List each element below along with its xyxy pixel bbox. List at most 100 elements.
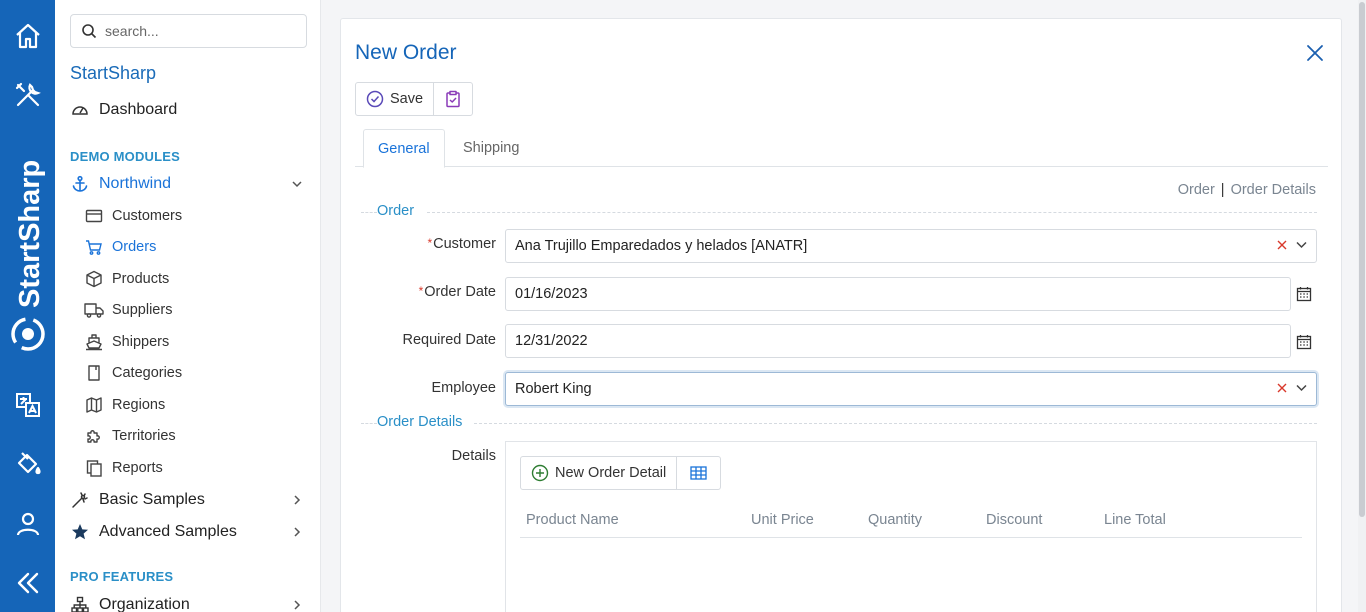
grid-header: Product Name Unit Price Quantity Discoun… — [520, 510, 1302, 538]
sidebar-brand[interactable]: StartSharp — [70, 63, 156, 84]
order-details-grid: New Order Detail Product Name Unit Price… — [505, 441, 1317, 612]
employee-label: Employee — [431, 380, 496, 396]
sidebar-item-territories[interactable]: Territories — [84, 426, 176, 446]
paint-bucket-icon[interactable] — [0, 448, 55, 480]
wand-icon — [70, 490, 90, 510]
chevron-down-icon[interactable] — [1295, 381, 1308, 394]
link-order[interactable]: Order — [1178, 182, 1215, 198]
nav-dashboard-label: Dashboard — [99, 101, 178, 118]
order-dialog: New Order Save General Shipping Order | Or… — [340, 18, 1342, 612]
gauge-icon — [70, 100, 90, 120]
order-date-input[interactable]: 01/16/2023 — [505, 277, 1291, 311]
chevron-down-icon — [292, 181, 302, 188]
sidebar-item-reports[interactable]: Reports — [84, 458, 163, 478]
brand-vertical: StartSharp — [6, 148, 50, 358]
card-icon — [84, 206, 104, 226]
anchor-icon — [70, 174, 90, 194]
sidebar-item-label: Customers — [112, 208, 183, 224]
order-date-label: *Order Date — [418, 284, 496, 300]
new-order-detail-button[interactable]: New Order Detail — [521, 457, 676, 489]
sidebar-item-regions[interactable]: Regions — [84, 395, 165, 415]
sidebar-item-label: Suppliers — [112, 302, 173, 318]
sidebar-item-label: Categories — [112, 365, 183, 381]
nav-advanced-samples-label: Advanced Samples — [99, 523, 237, 540]
dialog-title: New Order — [355, 41, 457, 64]
column-quantity[interactable]: Quantity — [868, 512, 922, 528]
chevron-right-icon — [294, 600, 301, 610]
nav-organization-label: Organization — [99, 596, 190, 612]
column-unit-price[interactable]: Unit Price — [751, 512, 814, 528]
nav-advanced-samples[interactable]: Advanced Samples — [70, 521, 306, 543]
star-icon — [70, 522, 90, 542]
sidebar-item-label: Reports — [112, 460, 163, 476]
save-button[interactable]: Save — [356, 83, 433, 115]
dialog-toolbar: Save — [355, 82, 474, 116]
tab-general[interactable]: General — [363, 129, 445, 168]
column-discount[interactable]: Discount — [986, 512, 1042, 528]
section-demo-modules: DEMO MODULES — [70, 149, 181, 164]
nav-organization[interactable]: Organization — [70, 594, 306, 612]
tab-shipping[interactable]: Shipping — [449, 129, 533, 167]
cart-icon — [84, 237, 104, 257]
apply-changes-button[interactable] — [433, 83, 472, 115]
chevron-down-icon[interactable] — [1295, 238, 1308, 251]
page-scrollbar[interactable] — [1358, 0, 1366, 612]
svg-text:StartSharp: StartSharp — [14, 160, 46, 308]
nav-northwind-label: Northwind — [99, 175, 172, 192]
clipboard-check-icon — [446, 90, 460, 108]
column-product-name[interactable]: Product Name — [526, 512, 619, 528]
nav-northwind[interactable]: Northwind — [70, 173, 306, 195]
truck-icon — [84, 300, 104, 320]
fieldset-line — [474, 423, 1317, 424]
required-date-input[interactable]: 12/31/2022 — [505, 324, 1291, 358]
customer-select[interactable]: Ana Trujillo Emparedados y helados [ANAT… — [505, 229, 1317, 263]
scrollbar-thumb[interactable] — [1359, 2, 1365, 517]
collapse-icon[interactable] — [0, 567, 55, 599]
link-order-details[interactable]: Order Details — [1231, 182, 1316, 198]
sidebar-item-label: Territories — [112, 428, 176, 444]
map-icon — [84, 395, 104, 415]
sidebar-item-suppliers[interactable]: Suppliers — [84, 300, 172, 320]
required-date-value: 12/31/2022 — [515, 333, 588, 349]
nav-dashboard[interactable]: Dashboard — [70, 99, 177, 121]
sidebar-item-label: Products — [112, 271, 170, 287]
employee-select[interactable]: Robert King — [505, 372, 1317, 406]
new-order-detail-label: New Order Detail — [555, 465, 667, 481]
home-icon[interactable] — [0, 20, 55, 52]
sidebar-item-orders[interactable]: Orders — [84, 237, 156, 257]
sidebar-item-products[interactable]: Products — [84, 269, 169, 289]
calendar-icon[interactable] — [1296, 334, 1312, 350]
tools-icon[interactable] — [0, 79, 55, 111]
sidebar-item-shippers[interactable]: Shippers — [84, 332, 169, 352]
required-marker: * — [418, 284, 424, 298]
close-icon[interactable] — [1306, 44, 1324, 62]
tab-strip: General Shipping — [355, 129, 1328, 168]
chevron-right-icon — [294, 527, 301, 537]
search-box[interactable] — [70, 14, 307, 48]
sidebar-item-label: Regions — [112, 397, 166, 413]
translate-icon[interactable] — [0, 389, 55, 421]
clear-icon[interactable] — [1277, 240, 1287, 250]
sidebar-item-customers[interactable]: Customers — [84, 206, 182, 226]
fieldset-line — [361, 212, 377, 213]
calendar-icon[interactable] — [1296, 286, 1312, 302]
plus-circle-icon — [531, 464, 549, 482]
box-icon — [84, 269, 104, 289]
user-icon[interactable] — [0, 508, 55, 540]
column-picker-button[interactable] — [676, 457, 720, 489]
separator: | — [1220, 182, 1225, 198]
fieldset-line — [361, 423, 377, 424]
sidebar-item-categories[interactable]: Categories — [84, 363, 182, 383]
puzzle-icon — [84, 426, 104, 446]
fieldset-order-title: Order — [377, 203, 415, 219]
column-line-total[interactable]: Line Total — [1104, 512, 1166, 528]
chevron-right-icon — [294, 495, 301, 505]
nav-basic-samples[interactable]: Basic Samples — [70, 489, 306, 511]
sidebar: StartSharp Dashboard DEMO MODULES Northw… — [55, 0, 321, 612]
clear-icon[interactable] — [1277, 383, 1287, 393]
search-input[interactable] — [105, 23, 295, 39]
org-chart-icon — [70, 595, 90, 612]
section-pro-features: PRO FEATURES — [70, 569, 174, 584]
sidebar-item-label: Shippers — [112, 334, 170, 350]
customer-value: Ana Trujillo Emparedados y helados [ANAT… — [515, 238, 808, 254]
